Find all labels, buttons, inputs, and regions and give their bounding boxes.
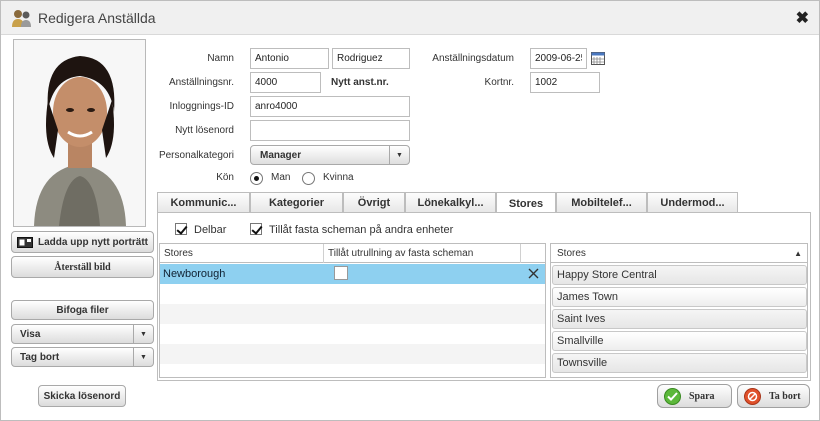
chevron-down-icon[interactable]: ▼ — [389, 146, 409, 164]
shareable-checkbox[interactable] — [175, 223, 187, 235]
attach-files-button[interactable]: Bifoga filer — [11, 300, 154, 320]
new-password-label: Nytt lösenord — [175, 125, 234, 136]
first-name-label: Namn — [207, 53, 234, 64]
empty-row — [160, 304, 545, 324]
calendar-icon[interactable] — [591, 52, 605, 65]
empty-row — [160, 324, 545, 344]
gender-male-radio[interactable] — [250, 172, 263, 185]
allow-fixed-schedules-checkbox[interactable] — [250, 223, 262, 235]
tab-categories[interactable]: Kategorier — [250, 192, 343, 213]
new-password-input[interactable] — [250, 120, 410, 141]
close-icon[interactable]: ✖ — [796, 8, 809, 28]
show-menu-button[interactable]: Visa ▼ — [11, 324, 154, 344]
gender-label: Kön — [216, 172, 234, 183]
card-number-label: Kortnr. — [484, 77, 514, 88]
gender-female-radio[interactable] — [302, 172, 315, 185]
tab-salary-calc[interactable]: Lönekalkyl... — [405, 192, 496, 213]
grid-header: Stores Tillåt utrullning av fasta schema… — [160, 244, 545, 263]
camera-icon — [17, 237, 33, 248]
edit-employee-dialog: Redigera Anställda ✖ Ladda upp nytt port… — [0, 0, 820, 421]
list-item[interactable]: Townsville — [552, 353, 807, 373]
list-header[interactable]: Stores ▲ — [551, 244, 807, 263]
hire-date-input[interactable] — [530, 48, 587, 69]
users-icon — [12, 10, 31, 27]
card-number-input[interactable] — [530, 72, 600, 93]
gender-male-label: Man — [271, 172, 291, 183]
tab-other[interactable]: Övrigt — [343, 192, 405, 213]
first-name-input[interactable] — [250, 48, 329, 69]
list-item[interactable]: Happy Store Central — [552, 265, 807, 285]
dialog-title: Redigera Anställda — [38, 10, 156, 26]
tab-stores[interactable]: Stores — [496, 192, 556, 214]
remove-icon[interactable] — [528, 268, 539, 279]
allow-fixed-schedules-label: Tillåt fasta scheman på andra enheter — [269, 224, 454, 236]
table-row[interactable]: Newborough — [160, 264, 545, 284]
shareable-label: Delbar — [194, 224, 227, 236]
employee-photo — [13, 39, 146, 227]
column-header-allow-rollout[interactable]: Tillåt utrullning av fasta scheman — [324, 244, 521, 263]
reset-photo-button[interactable]: Återställ bild — [11, 256, 154, 278]
employee-number-label: Anställningsnr. — [168, 77, 234, 88]
upload-photo-button[interactable]: Ladda upp nytt porträtt — [11, 231, 154, 253]
empty-row — [160, 344, 545, 364]
title-bar: Redigera Anställda ✖ — [1, 1, 819, 35]
delete-menu-button[interactable]: Tag bort ▼ — [11, 347, 154, 367]
checkmark-icon — [664, 387, 681, 405]
delete-button[interactable]: Ta bort — [737, 384, 810, 408]
allow-rollout-checkbox[interactable] — [334, 266, 348, 280]
employee-number-input[interactable] — [250, 72, 321, 93]
chevron-down-icon[interactable]: ▼ — [133, 348, 153, 366]
empty-row — [160, 284, 545, 304]
list-item[interactable]: James Town — [552, 287, 807, 307]
hire-date-label: Anställningsdatum — [432, 53, 514, 64]
send-password-button[interactable]: Skicka lösenord — [38, 385, 126, 407]
login-id-input[interactable] — [250, 96, 410, 117]
login-id-label: Inloggnings-ID — [169, 101, 234, 112]
column-header-stores[interactable]: Stores — [160, 244, 324, 263]
save-button[interactable]: Spara — [657, 384, 732, 408]
tab-communication[interactable]: Kommunic... — [157, 192, 250, 213]
no-entry-icon — [744, 387, 761, 405]
staff-category-label: Personalkategori — [158, 150, 234, 161]
list-item[interactable]: Smallville — [552, 331, 807, 351]
new-employee-number-link[interactable]: Nytt anst.nr. — [331, 77, 389, 88]
chevron-down-icon[interactable]: ▼ — [133, 325, 153, 343]
available-stores-list: Stores ▲ Happy Store Central James Town … — [550, 243, 808, 378]
gender-female-label: Kvinna — [323, 172, 354, 183]
assigned-stores-grid: Stores Tillåt utrullning av fasta schema… — [159, 243, 546, 378]
sort-ascending-icon[interactable]: ▲ — [794, 249, 802, 258]
last-name-input[interactable] — [332, 48, 410, 69]
store-name-cell: Newborough — [163, 268, 226, 280]
staff-category-select[interactable]: Manager ▼ — [250, 145, 410, 165]
list-item[interactable]: Saint Ives — [552, 309, 807, 329]
tab-submodules[interactable]: Undermod... — [647, 192, 738, 213]
tab-mobile-phone[interactable]: Mobiltelef... — [556, 192, 647, 213]
